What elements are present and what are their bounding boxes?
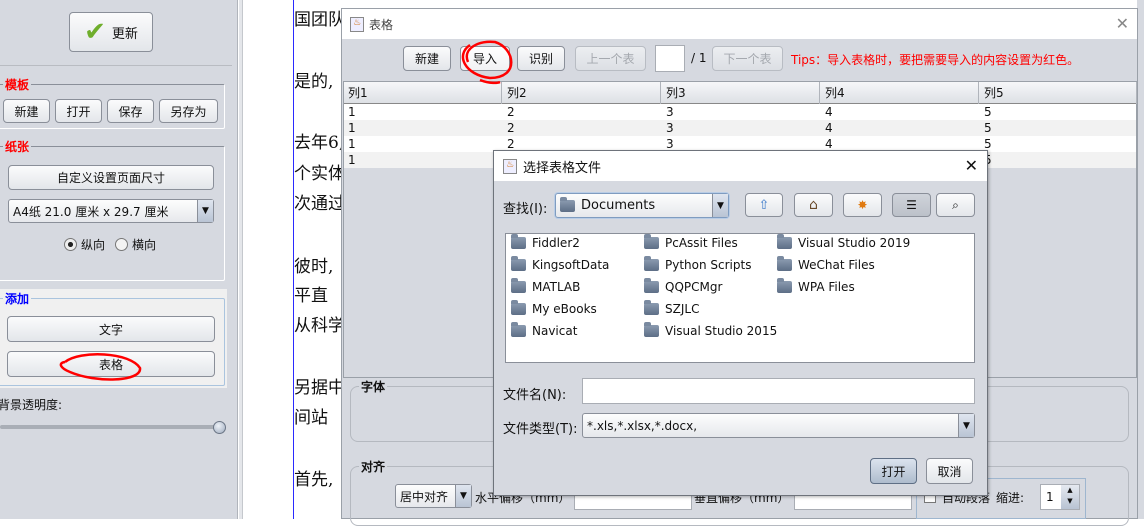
annotation-circle-import [461, 40, 513, 85]
annotation-circle-table [59, 353, 142, 381]
red-annotations [59, 40, 513, 381]
